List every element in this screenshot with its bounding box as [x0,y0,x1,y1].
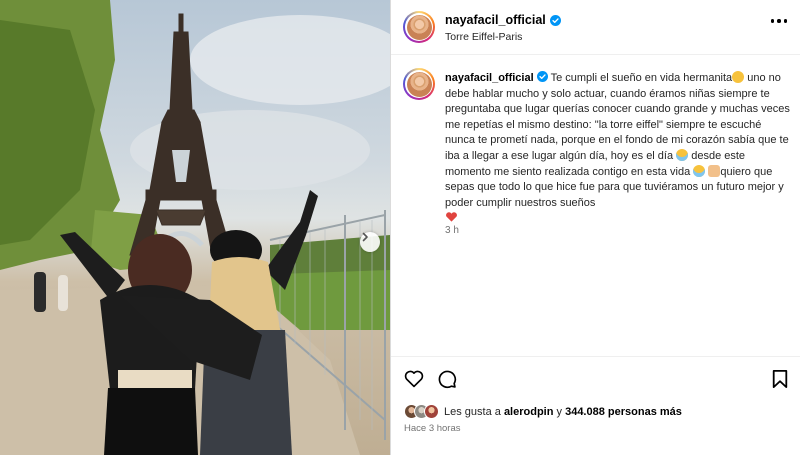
post-details-panel: nayafacil_official Torre Eiffel-Paris na… [390,0,800,455]
author-username[interactable]: nayafacil_official [445,13,546,27]
likes-count: 344.088 personas más [565,405,682,418]
post-caption: nayafacil_official Te cumpli el sueño en… [445,71,790,227]
chevron-right-icon [362,232,368,242]
caption-author-avatar[interactable] [403,68,435,100]
likes-summary: Les gusta a alerodpin y 344.088 personas… [404,404,682,419]
caption-timestamp[interactable]: 3 h [445,225,459,236]
more-options-icon [770,19,774,23]
liker-username: alerodpin [503,405,554,418]
verified-badge-icon [536,71,548,82]
caption-text-2: uno no debe hablar mucho y solo actuar, … [445,72,790,162]
comment-icon[interactable] [437,369,457,389]
author-avatar[interactable] [403,11,435,43]
likes-text[interactable]: Les gusta a alerodpin y 344.088 personas… [444,406,682,418]
screaming-face-emoji-icon [708,164,721,177]
bookmark-icon[interactable] [771,369,789,389]
verified-badge-icon [549,14,561,26]
caption-text-1: Te cumpli el sueño en vida hermanita [547,72,733,84]
heart-emoji-icon [446,212,457,222]
post-actions-section: Les gusta a alerodpin y 344.088 personas… [391,356,800,455]
crying-face-emoji-icon [693,164,706,177]
crying-face-emoji-icon [676,148,689,161]
smiling-face-emoji-icon [732,71,745,83]
post-header: nayafacil_official Torre Eiffel-Paris [391,0,800,55]
caption-username[interactable]: nayafacil_official [445,72,534,84]
post-location[interactable]: Torre Eiffel-Paris [445,31,522,43]
carousel-next-button[interactable] [360,232,380,252]
heart-icon[interactable] [404,369,424,388]
author-username-row: nayafacil_official [445,13,561,27]
post-photo [0,0,390,455]
more-options-button[interactable] [770,19,787,23]
post-date[interactable]: Hace 3 horas [404,423,461,434]
eiffel-tower-photo [0,0,390,455]
liker-avatar [424,404,439,419]
